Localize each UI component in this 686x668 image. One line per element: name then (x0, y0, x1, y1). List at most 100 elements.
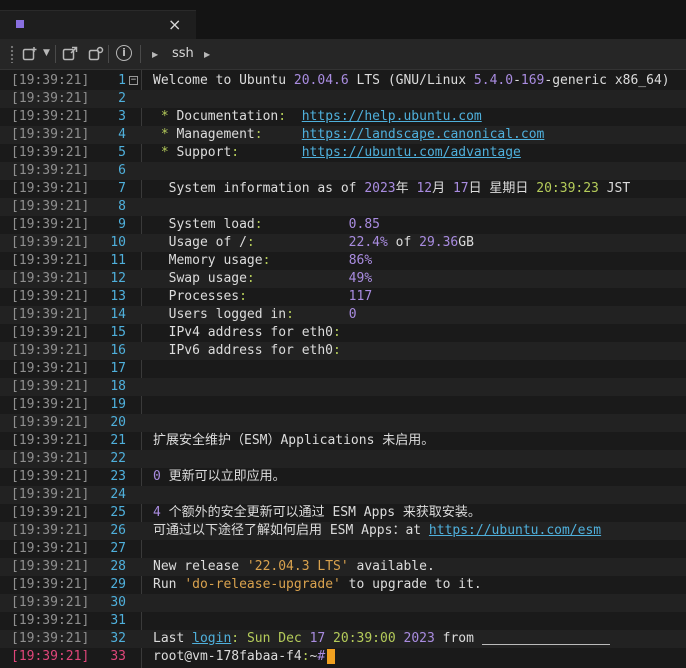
timestamp: [19:39:21] (11, 343, 90, 358)
line-text: 扩展安全维护（ESM）Applications 未启用。 (153, 432, 434, 450)
text-segment: 20:39:00 (333, 631, 396, 646)
duplicate-icon[interactable] (88, 46, 104, 67)
text-segment: from (434, 631, 482, 646)
line-text: New release '22.04.3 LTS' available. (153, 558, 435, 576)
timestamp: [19:39:21] (11, 325, 90, 340)
timestamp: [19:39:21] (11, 631, 90, 646)
external-window-icon[interactable] (62, 46, 78, 67)
text-segment: Support (176, 145, 232, 160)
text-segment: : (254, 217, 263, 232)
text-segment: 2023 (364, 181, 396, 196)
text-segment: : (333, 325, 341, 340)
text-segment: 29.36 (419, 235, 459, 250)
text-segment (396, 631, 404, 646)
text-segment: Memory usage (153, 253, 263, 268)
url-link[interactable]: https://ubuntu.com/advantage (302, 145, 521, 160)
text-segment: 0 (153, 469, 161, 484)
toolbar-divider (55, 45, 56, 63)
line-number: 25 (110, 505, 126, 520)
terminal-line: [19:39:21] 16 IPv6 address for eth0: (0, 342, 686, 360)
text-segment: * (153, 145, 177, 160)
line-number: 15 (110, 325, 126, 340)
line-number: 32 (110, 631, 126, 646)
timestamp: [19:39:21] (11, 559, 90, 574)
text-segment (263, 217, 349, 232)
line-number: 14 (110, 307, 126, 322)
timestamp: [19:39:21] (11, 541, 90, 556)
fold-toggle-icon[interactable]: − (129, 76, 138, 85)
text-segment: Welcome to Ubuntu (153, 73, 294, 88)
line-number: 11 (110, 253, 126, 268)
line-number: 19 (110, 397, 126, 412)
text-segment: # (317, 649, 326, 664)
terminal-line: [19:39:21] 28 New release '22.04.3 LTS' av… (0, 558, 686, 576)
text-segment: 17 (452, 181, 469, 196)
line-text: * Documentation: https://help.ubuntu.com (153, 108, 482, 126)
text-segment (263, 127, 302, 142)
text-segment (325, 631, 333, 646)
terminal-line: [19:39:21] 20 (0, 414, 686, 432)
toolbar: ▼ i ▶ ssh ▶ (0, 39, 686, 70)
terminal-line: [19:39:21] 10 Usage of /: 22.4% of 29.36G… (0, 234, 686, 252)
text-segment: 0 (348, 307, 357, 322)
line-number: 17 (110, 361, 126, 376)
text-segment: Management (176, 127, 255, 142)
timestamp: [19:39:21] (11, 613, 90, 628)
terminal-line: [19:39:21] 9 System load: 0.85 (0, 216, 686, 234)
terminal-output[interactable]: [19:39:21] 1− Welcome to Ubuntu 20.04.6 LT… (0, 70, 686, 668)
text-segment: : (254, 127, 263, 142)
line-text: Memory usage: 86% (153, 252, 373, 270)
terminal-line: [19:39:21] 3 * Documentation: https://hel… (0, 108, 686, 126)
line-text: Usage of /: 22.4% of 29.36GB (153, 234, 474, 252)
text-segment: : (239, 289, 247, 304)
info-icon[interactable]: i (116, 45, 132, 61)
text-segment: 0.85 (348, 217, 380, 232)
text-segment: 5.4.0 (473, 73, 514, 88)
url-link[interactable]: https://help.ubuntu.com (302, 109, 482, 124)
timestamp: [19:39:21] (11, 487, 90, 502)
terminal-line: [19:39:21] 31 (0, 612, 686, 630)
prompt-line: [19:39:21] 33 root@vm-178fabaa-f4:~# (0, 648, 686, 666)
text-segment: 2023 (403, 631, 435, 646)
terminal-line: [19:39:21] 30 (0, 594, 686, 612)
line-text: root@vm-178fabaa-f4:~# (153, 648, 336, 666)
text-segment (255, 271, 349, 286)
terminal-line: [19:39:21] 1− Welcome to Ubuntu 20.04.6 LT… (0, 72, 686, 90)
timestamp: [19:39:21] (11, 361, 90, 376)
text-segment: : (286, 307, 294, 322)
dropdown-icon[interactable]: ▼ (43, 45, 50, 61)
timestamp: [19:39:21] (11, 649, 90, 664)
new-session-icon[interactable] (22, 46, 38, 67)
timestamp: [19:39:21] (11, 289, 90, 304)
text-segment: 169 (520, 73, 545, 88)
text-segment: 个额外的安全更新可以通过 ESM Apps 来获取安装。 (160, 505, 481, 520)
play-icon[interactable]: ▶ (152, 47, 158, 63)
text-segment: 年 (395, 181, 417, 196)
url-link[interactable]: https://landscape.canonical.com (302, 127, 545, 142)
url-link[interactable]: https://ubuntu.com/esm (429, 523, 601, 538)
text-segment: JST (598, 181, 631, 196)
drag-grip-icon[interactable] (10, 45, 14, 63)
redacted-ip (481, 632, 610, 645)
timestamp: [19:39:21] (11, 199, 90, 214)
line-number: 18 (110, 379, 126, 394)
terminal-line: [19:39:21] 18 (0, 378, 686, 396)
line-number: 6 (118, 163, 126, 178)
line-number: 26 (110, 523, 126, 538)
text-segment (255, 235, 349, 250)
session-label[interactable]: ssh (172, 46, 194, 62)
text-segment: root@vm-178fabaa-f4 (153, 649, 302, 664)
tab-close-button[interactable]: × (168, 15, 181, 34)
text-segment: IPv6 address for eth0 (153, 343, 334, 358)
line-number: 7 (118, 181, 126, 196)
line-text: 0 更新可以立即应用。 (153, 468, 286, 486)
text-segment: Users logged in (153, 307, 287, 322)
text-segment: Run (153, 577, 185, 592)
toolbar-divider (140, 45, 141, 63)
play-icon[interactable]: ▶ (204, 47, 210, 63)
line-text: System information as of 2023年 12月 17日 星… (153, 180, 631, 198)
text-segment: : (246, 235, 255, 250)
url-link[interactable]: login (192, 631, 231, 646)
line-number: 2 (118, 91, 126, 106)
session-tab[interactable]: × (0, 10, 196, 40)
